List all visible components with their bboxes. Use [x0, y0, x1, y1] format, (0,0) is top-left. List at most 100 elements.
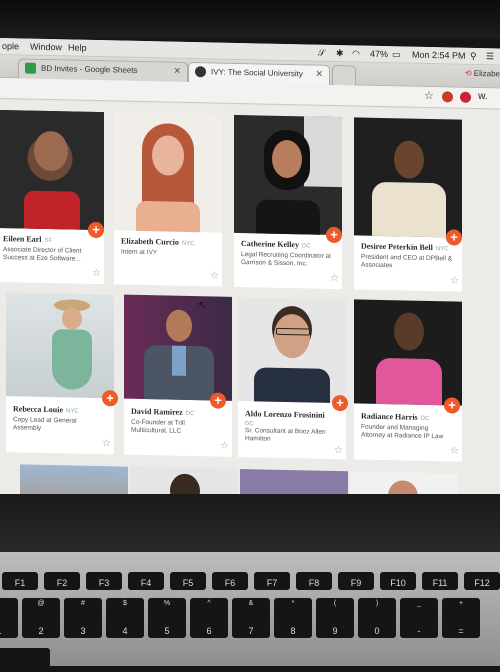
bluetooth-icon[interactable]: ✱ — [336, 48, 344, 59]
key-shift-label: $ — [106, 600, 144, 607]
notification-center-icon[interactable]: ☰ — [486, 51, 494, 62]
key-f3[interactable]: F3 — [86, 572, 122, 590]
key-9[interactable]: (9 — [316, 598, 354, 638]
key-f7[interactable]: F7 — [254, 572, 290, 590]
key-8[interactable]: *8 — [274, 598, 312, 638]
member-role: Intern at IVY — [121, 249, 213, 259]
member-role: President and CEO at DPBell & Associates — [361, 254, 453, 272]
add-connection-button[interactable]: + — [332, 395, 348, 411]
key-shift-label: @ — [22, 600, 60, 607]
clock[interactable]: Mon 2:54 PM — [412, 50, 466, 61]
key-label: F5 — [170, 578, 206, 588]
menu-item-window[interactable]: Window — [30, 42, 62, 53]
add-connection-button[interactable]: + — [444, 397, 460, 413]
favorite-star-icon[interactable]: ☆ — [102, 438, 111, 449]
key-7[interactable]: &7 — [232, 598, 270, 638]
close-tab-icon[interactable]: ✕ — [173, 66, 181, 77]
add-connection-button[interactable]: + — [210, 392, 226, 408]
key-f1[interactable]: F1 — [2, 572, 38, 590]
key-f6[interactable]: F6 — [212, 572, 248, 590]
member-role: Sr. Consultant at Booz Allen Hamilton — [245, 427, 337, 445]
key-6[interactable]: ^6 — [190, 598, 228, 638]
extension-icon[interactable] — [442, 91, 453, 102]
member-photo[interactable] — [114, 112, 222, 232]
key-shift-label: + — [442, 600, 480, 607]
key--[interactable]: _- — [400, 598, 438, 638]
laptop-keyboard-deck: F1F2F3F4F5F6F7F8F9F10F11F12 !1@2#3$4%5^6… — [0, 552, 500, 666]
key-5[interactable]: %5 — [148, 598, 186, 638]
member-card[interactable]: + Rebecca LouieNYC Copy Lead at General … — [6, 292, 114, 454]
key-=[interactable]: += — [442, 598, 480, 638]
member-name[interactable]: Aldo Lorenzo Frosinini — [245, 409, 325, 420]
add-connection-button[interactable]: + — [102, 390, 118, 406]
member-name[interactable]: Elizabeth CurcioNYC — [121, 237, 195, 248]
key-tab[interactable] — [0, 648, 50, 672]
member-name[interactable]: Eileen EarlSF — [3, 234, 52, 244]
key-label: - — [400, 626, 438, 636]
key-shift-label: * — [274, 600, 312, 607]
key-0[interactable]: )0 — [358, 598, 396, 638]
favorite-star-icon[interactable]: ☆ — [92, 268, 101, 279]
key-f4[interactable]: F4 — [128, 572, 164, 590]
menu-item-help[interactable]: Help — [68, 42, 87, 52]
member-photo[interactable] — [124, 295, 232, 401]
member-card[interactable]: + Aldo Lorenzo Frosinini DC Sr. Consulta… — [238, 297, 346, 459]
add-connection-button[interactable]: + — [326, 227, 342, 243]
new-tab-button[interactable] — [332, 65, 356, 86]
key-f2[interactable]: F2 — [44, 572, 80, 590]
key-f12[interactable]: F12 — [464, 572, 500, 590]
member-photo[interactable] — [6, 292, 114, 398]
favorite-star-icon[interactable]: ☆ — [334, 445, 343, 456]
key-f5[interactable]: F5 — [170, 572, 206, 590]
favorite-star-icon[interactable]: ☆ — [210, 270, 219, 281]
member-photo[interactable] — [354, 299, 462, 405]
key-label: F11 — [422, 578, 458, 588]
member-card[interactable]: + Catherine KelleyDC Legal Recruiting Co… — [234, 115, 342, 289]
member-card[interactable]: + David RamirezDC Co-Founder at Trill Mu… — [124, 295, 232, 457]
key-label: F3 — [86, 578, 122, 588]
key-label: F2 — [44, 578, 80, 588]
member-card[interactable]: + Desiree Peterkin BellNYC President and… — [354, 117, 462, 291]
key-shift-label: ) — [358, 600, 396, 607]
member-photo[interactable] — [234, 115, 342, 235]
close-tab-icon[interactable]: ✕ — [315, 69, 323, 80]
member-name[interactable]: Catherine KelleyDC — [241, 239, 311, 249]
battery-percentage[interactable]: 47% — [370, 49, 388, 59]
member-card[interactable]: + Eileen EarlSF Associate Director of Cl… — [0, 110, 104, 284]
favorite-star-icon[interactable]: ☆ — [450, 275, 459, 286]
key-label: 2 — [22, 626, 60, 636]
script-icon[interactable]: 𝒮 — [318, 48, 325, 59]
member-name[interactable]: David RamirezDC — [131, 407, 194, 417]
key-f8[interactable]: F8 — [296, 572, 332, 590]
member-name[interactable]: Desiree Peterkin BellNYC — [361, 242, 449, 253]
member-photo[interactable] — [354, 117, 462, 237]
favorite-star-icon[interactable]: ☆ — [330, 273, 339, 284]
member-photo[interactable] — [238, 297, 346, 403]
profile-name[interactable]: ⟲ Elizabe — [465, 69, 500, 79]
member-grid-page: + Eileen EarlSF Associate Director of Cl… — [0, 100, 500, 508]
extension-w-icon[interactable]: W. — [478, 92, 487, 101]
member-card[interactable]: Elizabeth CurcioNYC Intern at IVY ☆ — [114, 112, 222, 286]
key-f11[interactable]: F11 — [422, 572, 458, 590]
favorite-star-icon[interactable]: ☆ — [450, 445, 459, 456]
battery-icon[interactable]: ▭ — [392, 49, 401, 60]
sheets-favicon-icon — [25, 63, 36, 74]
menu-item-people[interactable]: ople — [2, 41, 19, 51]
key-f9[interactable]: F9 — [338, 572, 374, 590]
key-2[interactable]: @2 — [22, 598, 60, 638]
spotlight-search-icon[interactable]: ⚲ — [470, 51, 477, 62]
key-1[interactable]: !1 — [0, 598, 18, 638]
bookmark-star-icon[interactable]: ☆ — [424, 89, 434, 102]
member-name[interactable]: Rebecca LouieNYC — [13, 404, 79, 414]
favorite-star-icon[interactable]: ☆ — [220, 441, 229, 452]
wifi-icon[interactable]: ◠ — [352, 48, 360, 59]
key-3[interactable]: #3 — [64, 598, 102, 638]
pinterest-icon[interactable] — [460, 92, 471, 103]
key-4[interactable]: $4 — [106, 598, 144, 638]
member-photo[interactable] — [0, 110, 104, 230]
member-card[interactable]: + Radiance HarrisDC Founder and Managing… — [354, 299, 462, 461]
add-connection-button[interactable]: + — [88, 222, 104, 238]
key-label: F1 — [2, 578, 38, 588]
key-f10[interactable]: F10 — [380, 572, 416, 590]
member-name[interactable]: Radiance HarrisDC — [361, 412, 429, 422]
